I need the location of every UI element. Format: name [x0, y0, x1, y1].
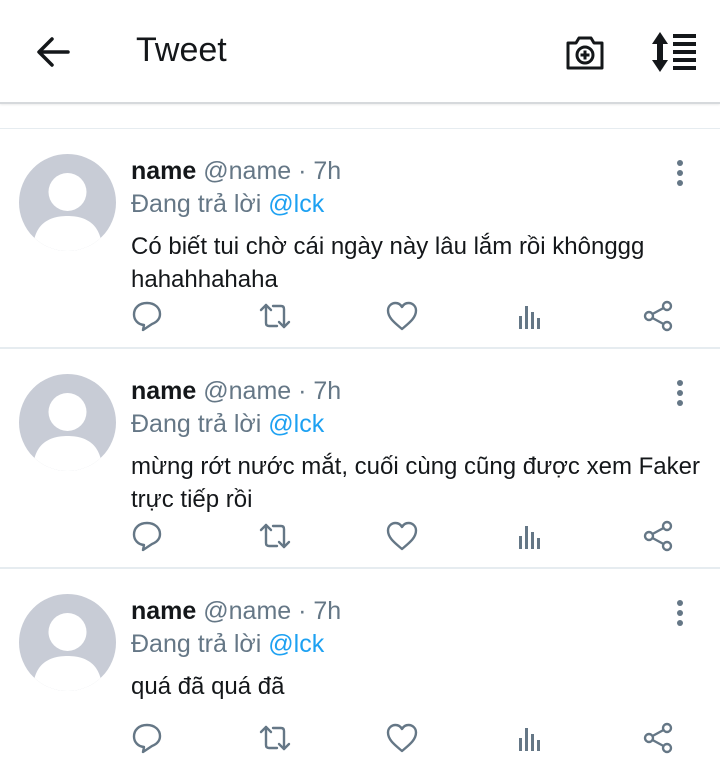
- tweet-actions: [0, 519, 720, 553]
- handle-time: @name · 7h: [203, 157, 342, 185]
- tweet-text: quá đã quá đã: [131, 673, 285, 700]
- more-options-button[interactable]: [666, 379, 694, 407]
- more-options-button[interactable]: [666, 599, 694, 627]
- spacer: [0, 104, 720, 129]
- reply-context: Đang trả lời @lck: [131, 410, 324, 439]
- tweet-meta: name @name · 7h: [131, 597, 341, 626]
- default-avatar-icon: [33, 393, 102, 471]
- mention-link[interactable]: @lck: [268, 630, 324, 658]
- more-vertical-icon: [677, 160, 683, 186]
- share-button[interactable]: [641, 519, 675, 553]
- tweet-item[interactable]: name @name · 7h Đang trả lời @lck quá đã…: [0, 569, 720, 769]
- like-button[interactable]: [385, 721, 419, 755]
- arrow-left-icon: [37, 37, 70, 67]
- avatar[interactable]: [19, 154, 116, 251]
- tweet-actions: [0, 299, 720, 333]
- reply-icon: [132, 301, 162, 332]
- avatar[interactable]: [19, 594, 116, 691]
- more-options-button[interactable]: [666, 159, 694, 187]
- like-button[interactable]: [385, 519, 419, 553]
- share-icon: [643, 520, 673, 552]
- tweet-item[interactable]: name @name · 7h Đang trả lời @lck mừng r…: [0, 349, 720, 569]
- reply-prefix: Đang trả lời: [131, 410, 262, 438]
- default-avatar-icon: [33, 613, 102, 691]
- sort-button[interactable]: [648, 30, 696, 74]
- reply-button[interactable]: [130, 299, 164, 333]
- tweet-actions: [0, 721, 720, 755]
- share-icon: [643, 722, 673, 754]
- like-icon: [386, 521, 418, 551]
- tweet-text: mừng rớt nước mắt, cuối cùng cũng được x…: [131, 453, 700, 513]
- camera-button[interactable]: [563, 30, 607, 74]
- tweet-item[interactable]: name @name · 7h Đang trả lời @lck Có biế…: [0, 129, 720, 349]
- reply-prefix: Đang trả lời: [131, 630, 262, 658]
- top-app-bar: Tweet: [0, 0, 720, 104]
- retweet-icon: [259, 523, 291, 549]
- default-avatar-icon: [33, 173, 102, 251]
- display-name[interactable]: name: [131, 597, 196, 625]
- avatar[interactable]: [19, 374, 116, 471]
- back-button[interactable]: [34, 33, 72, 71]
- stats-button[interactable]: [513, 721, 547, 755]
- more-vertical-icon: [677, 380, 683, 406]
- camera-plus-icon: [566, 36, 604, 70]
- page-title: Tweet: [136, 31, 227, 69]
- like-button[interactable]: [385, 299, 419, 333]
- retweet-button[interactable]: [258, 299, 292, 333]
- reply-icon: [132, 723, 162, 754]
- mention-link[interactable]: @lck: [268, 190, 324, 218]
- stats-icon: [519, 526, 540, 549]
- share-icon: [643, 300, 673, 332]
- retweet-button[interactable]: [258, 519, 292, 553]
- retweet-icon: [259, 725, 291, 751]
- handle-time: @name · 7h: [203, 377, 342, 405]
- tweet-meta: name @name · 7h: [131, 157, 341, 186]
- stats-button[interactable]: [513, 519, 547, 553]
- display-name[interactable]: name: [131, 157, 196, 185]
- tweet-meta: name @name · 7h: [131, 377, 341, 406]
- reply-prefix: Đang trả lời: [131, 190, 262, 218]
- reply-icon: [132, 521, 162, 552]
- tweet-text: Có biết tui chờ cái ngày này lâu lắm rồi…: [131, 233, 645, 293]
- like-icon: [386, 723, 418, 753]
- more-vertical-icon: [677, 600, 683, 626]
- share-button[interactable]: [641, 721, 675, 755]
- like-icon: [386, 301, 418, 331]
- stats-icon: [519, 728, 540, 751]
- handle-time: @name · 7h: [203, 597, 342, 625]
- reply-context: Đang trả lời @lck: [131, 190, 324, 219]
- stats-button[interactable]: [513, 299, 547, 333]
- reply-button[interactable]: [130, 519, 164, 553]
- sort-list-icon: [652, 32, 696, 72]
- reply-button[interactable]: [130, 721, 164, 755]
- mention-link[interactable]: @lck: [268, 410, 324, 438]
- retweet-icon: [259, 303, 291, 329]
- reply-context: Đang trả lời @lck: [131, 630, 324, 659]
- display-name[interactable]: name: [131, 377, 196, 405]
- retweet-button[interactable]: [258, 721, 292, 755]
- stats-icon: [519, 306, 540, 329]
- share-button[interactable]: [641, 299, 675, 333]
